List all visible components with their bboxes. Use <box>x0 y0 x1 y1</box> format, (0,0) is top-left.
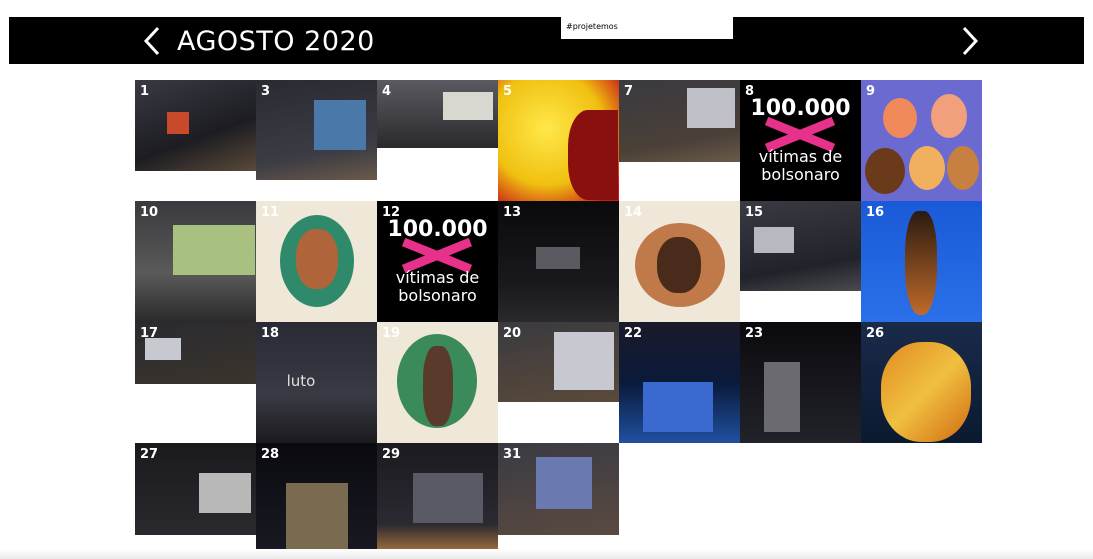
chevron-left-icon <box>143 26 160 55</box>
projection-image <box>754 227 794 253</box>
day-number: 18 <box>261 326 280 341</box>
projection-image <box>554 332 614 390</box>
building-image <box>643 382 713 432</box>
chevron-right-icon <box>962 26 979 55</box>
prev-month-button[interactable] <box>137 17 167 64</box>
day-number: 11 <box>261 205 280 220</box>
caption-line: vítimas de <box>395 268 480 287</box>
day-tile-27[interactable]: 27 <box>135 443 256 535</box>
day-tile-29[interactable]: 29 <box>377 443 498 559</box>
day-tile-17[interactable]: 17 <box>135 322 256 384</box>
day-number: 7 <box>624 84 634 99</box>
day-number: 13 <box>503 205 522 220</box>
day-number: 17 <box>140 326 159 341</box>
projection-image <box>536 457 592 509</box>
day-number: 28 <box>261 447 280 462</box>
day-number: 10 <box>140 205 159 220</box>
projection-image <box>413 473 483 523</box>
day-tile-13[interactable]: 13 <box>498 201 619 322</box>
face-illustration <box>931 94 967 138</box>
day-tile-3[interactable]: 3 <box>256 80 377 180</box>
day-tile-4[interactable]: 4 <box>377 80 498 148</box>
day-tile-12[interactable]: 12 100.000 vítimas de bolsonaro <box>377 201 498 322</box>
face-illustration <box>883 98 917 138</box>
day-number: 15 <box>745 205 764 220</box>
day-tile-16[interactable]: 16 <box>861 201 982 322</box>
top-bar: AGOSTO 2020 <box>9 17 1084 64</box>
day-number: 16 <box>866 205 885 220</box>
day-tile-9[interactable]: 9 <box>861 80 982 201</box>
portrait-illustration <box>657 237 701 293</box>
day-number: 1 <box>140 84 150 99</box>
day-tile-1[interactable]: 1 <box>135 80 256 171</box>
day-number: 12 <box>382 205 401 220</box>
day-tile-8[interactable]: 8 100.000 vítimas de bolsonaro <box>740 80 861 201</box>
projection-text: luto <box>286 372 316 390</box>
caption-line: bolsonaro <box>761 165 840 184</box>
day-tile-7[interactable]: 7 <box>619 80 740 162</box>
day-tile-22[interactable]: 22 <box>619 322 740 443</box>
day-number: 22 <box>624 326 643 341</box>
day-tile-18[interactable]: 18 luto <box>256 322 377 443</box>
day-number: 31 <box>503 447 522 462</box>
day-number: 23 <box>745 326 764 341</box>
caption-line: bolsonaro <box>398 286 477 305</box>
day-tile-5[interactable]: 5 <box>498 80 619 201</box>
day-number: 3 <box>261 84 271 99</box>
day-number: 27 <box>140 447 159 462</box>
month-title: AGOSTO 2020 <box>177 26 375 57</box>
caption-line: vítimas de <box>758 147 843 166</box>
projection-image <box>443 92 493 120</box>
day-tile-19[interactable]: 19 <box>377 322 498 443</box>
bottom-shadow <box>0 549 1093 559</box>
day-number: 9 <box>866 84 876 99</box>
day-number: 5 <box>503 84 513 99</box>
building-image <box>764 362 800 432</box>
headline-number: 100.000 <box>750 96 851 121</box>
day-tile-20[interactable]: 20 <box>498 322 619 402</box>
day-number: 19 <box>382 326 401 341</box>
next-month-button[interactable] <box>955 17 985 64</box>
projection-image <box>687 88 735 128</box>
day-number: 8 <box>745 84 755 99</box>
face-illustration <box>909 146 945 190</box>
projection-image <box>314 100 366 150</box>
portrait-illustration <box>296 229 338 289</box>
day-tile-11[interactable]: 11 <box>256 201 377 322</box>
guitar-image <box>881 342 971 442</box>
silhouette-image <box>568 110 618 200</box>
hashtag: #projetemos <box>566 22 618 31</box>
day-tile-23[interactable]: 23 <box>740 322 861 443</box>
day-number: 26 <box>866 326 885 341</box>
projection-image <box>145 338 181 360</box>
projection-image <box>173 225 255 275</box>
day-tile-10[interactable]: 10 <box>135 201 256 322</box>
day-number: 29 <box>382 447 401 462</box>
hashtag-box: #projetemos <box>561 17 733 39</box>
day-tile-28[interactable]: 28 <box>256 443 377 559</box>
guitar-image <box>905 211 937 315</box>
headline-number: 100.000 <box>387 217 488 242</box>
day-tile-14[interactable]: 14 <box>619 201 740 322</box>
face-illustration <box>947 146 979 190</box>
day-number: 20 <box>503 326 522 341</box>
projection-image <box>199 473 251 513</box>
face-illustration <box>865 148 905 194</box>
projection-image <box>167 112 189 134</box>
building-image <box>286 483 348 559</box>
building-image <box>536 247 580 269</box>
day-tile-31[interactable]: 31 <box>498 443 619 535</box>
day-number: 4 <box>382 84 392 99</box>
day-tile-26[interactable]: 26 <box>861 322 982 443</box>
day-number: 14 <box>624 205 643 220</box>
day-tile-15[interactable]: 15 <box>740 201 861 291</box>
portrait-illustration <box>423 346 453 426</box>
